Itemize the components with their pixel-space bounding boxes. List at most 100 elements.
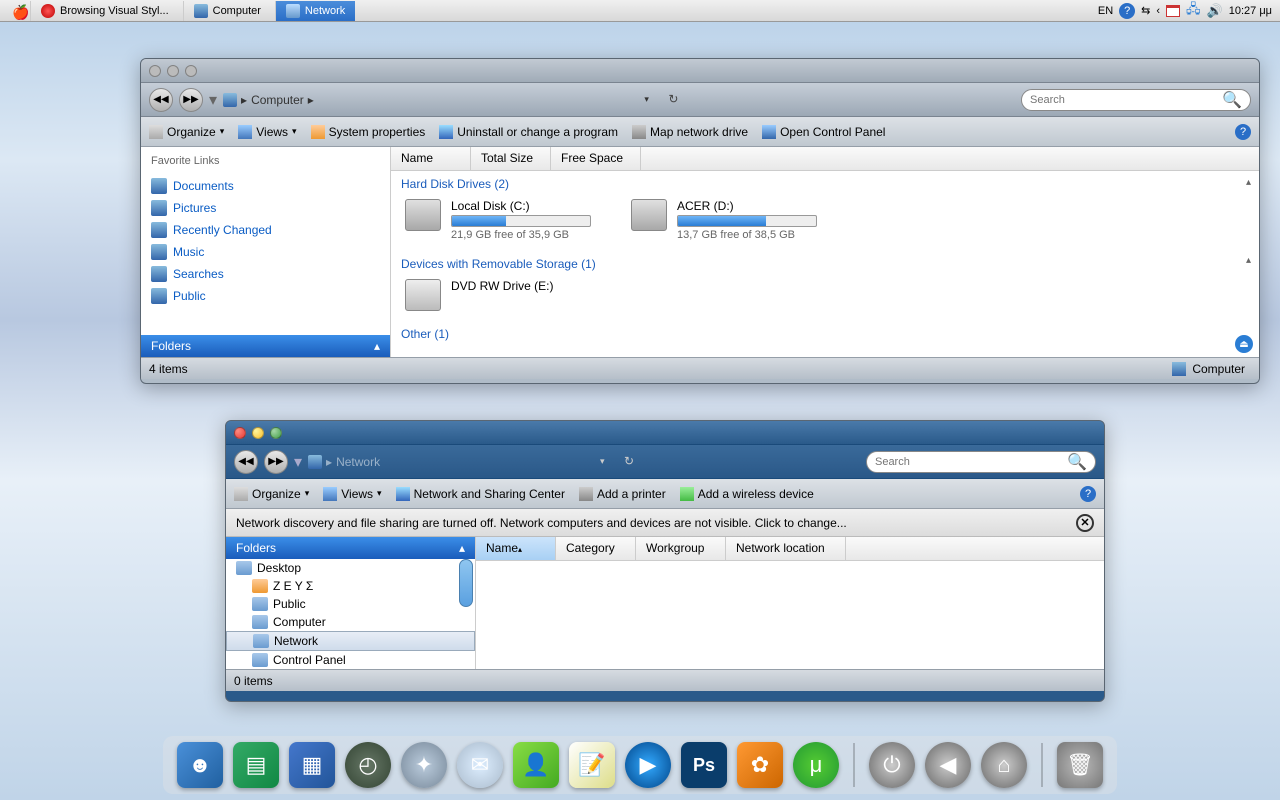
tree-public[interactable]: Public	[226, 595, 475, 613]
apple-icon[interactable]: 🍎	[12, 4, 26, 18]
col-location[interactable]: Network location	[726, 537, 846, 560]
breadcrumb[interactable]: ▸ Computer ▸	[223, 93, 314, 107]
taskbar-browser[interactable]: Browsing Visual Styl...	[30, 1, 179, 21]
taskbar-network[interactable]: Network	[275, 1, 355, 21]
minimize-button[interactable]	[252, 427, 264, 439]
dropdown-arrow-icon[interactable]: ▾	[294, 452, 302, 472]
eject-icon[interactable]: ⏏	[1235, 335, 1253, 353]
clock[interactable]: 10:27 μμ	[1229, 5, 1272, 17]
views-button[interactable]: Views ▾	[238, 125, 296, 139]
help-icon[interactable]: ?	[1235, 124, 1251, 140]
refresh-icon[interactable]: ↻	[668, 92, 684, 108]
zoom-button[interactable]	[185, 65, 197, 77]
sidebar-public[interactable]: Public	[141, 285, 390, 307]
organize-button[interactable]: Organize ▾	[234, 487, 309, 501]
add-wireless-button[interactable]: Add a wireless device	[680, 487, 814, 501]
col-workgroup[interactable]: Workgroup	[636, 537, 726, 560]
calendar-tray-icon[interactable]	[1166, 5, 1180, 17]
titlebar[interactable]	[141, 59, 1259, 83]
search-box[interactable]: 🔍	[1021, 89, 1251, 111]
folders-toggle[interactable]: Folders▴	[226, 537, 475, 559]
section-other[interactable]: Other (1)	[391, 321, 1259, 345]
chevron-down-icon[interactable]: ▾	[600, 456, 612, 467]
section-drives[interactable]: Hard Disk Drives (2)▴	[391, 171, 1259, 195]
col-name[interactable]: Name	[391, 147, 471, 170]
tree-desktop[interactable]: Desktop	[226, 559, 475, 577]
tree-control-panel[interactable]: Control Panel	[226, 651, 475, 669]
dock-mail[interactable]: ✉	[457, 742, 503, 788]
dock-back[interactable]: ◀	[925, 742, 971, 788]
tree-computer[interactable]: Computer	[226, 613, 475, 631]
sidebar-pictures[interactable]: Pictures	[141, 197, 390, 219]
refresh-icon[interactable]: ↻	[624, 454, 640, 470]
sidebar-music[interactable]: Music	[141, 241, 390, 263]
dock-finder[interactable]: ☻	[177, 742, 223, 788]
network-tray-icon[interactable]: 🖧	[1186, 0, 1201, 22]
folders-toggle[interactable]: Folders▴	[141, 335, 390, 357]
tray-icon[interactable]: ⇆	[1141, 4, 1150, 17]
col-total[interactable]: Total Size	[471, 147, 551, 170]
back-button[interactable]: ◀◀	[149, 88, 173, 112]
tree-network[interactable]: Network	[226, 631, 475, 651]
organize-button[interactable]: Organize ▾	[149, 125, 224, 139]
info-bar[interactable]: Network discovery and file sharing are t…	[226, 509, 1104, 537]
volume-tray-icon[interactable]: 🔊	[1207, 3, 1223, 19]
col-free[interactable]: Free Space	[551, 147, 641, 170]
dock-safari[interactable]: ✦	[401, 742, 447, 788]
drive-dvd[interactable]: DVD RW Drive (E:)	[405, 279, 553, 311]
map-drive-button[interactable]: Map network drive	[632, 125, 748, 139]
dock-photoshop[interactable]: Ps	[681, 742, 727, 788]
titlebar[interactable]	[226, 421, 1104, 445]
views-button[interactable]: Views ▾	[323, 487, 381, 501]
sidebar-searches[interactable]: Searches	[141, 263, 390, 285]
section-removable[interactable]: Devices with Removable Storage (1)▴	[391, 251, 1259, 275]
search-input[interactable]	[1030, 94, 1222, 106]
dock-home[interactable]: ⌂	[981, 742, 1027, 788]
col-name[interactable]: Name▴	[476, 537, 556, 560]
dock-tiles[interactable]: ▦	[289, 742, 335, 788]
search-input[interactable]	[875, 456, 1067, 468]
breadcrumb-segment[interactable]: Computer	[251, 93, 304, 107]
drive-c[interactable]: Local Disk (C:) 21,9 GB free of 35,9 GB	[405, 199, 591, 241]
chevron-down-icon[interactable]: ▾	[644, 94, 656, 105]
dock-trash[interactable]: 🗑	[1057, 742, 1103, 788]
forward-button[interactable]: ▶▶	[179, 88, 203, 112]
sidebar-documents[interactable]: Documents	[141, 175, 390, 197]
collapse-icon[interactable]: ▴	[1246, 177, 1251, 188]
help-icon[interactable]: ?	[1080, 486, 1096, 502]
tray-icon[interactable]: ‹	[1156, 5, 1160, 17]
close-infobar-icon[interactable]: ✕	[1076, 514, 1094, 532]
sharing-center-button[interactable]: Network and Sharing Center	[396, 487, 565, 501]
tree-user[interactable]: Ζ Ε Υ Σ	[226, 577, 475, 595]
help-tray-icon[interactable]: ?	[1119, 3, 1135, 19]
uninstall-button[interactable]: Uninstall or change a program	[439, 125, 618, 139]
scrollbar-thumb[interactable]	[459, 559, 473, 607]
drive-d[interactable]: ACER (D:) 13,7 GB free of 38,5 GB	[631, 199, 817, 241]
dock-notes[interactable]: 📝	[569, 742, 615, 788]
close-button[interactable]	[234, 427, 246, 439]
system-properties-button[interactable]: System properties	[311, 125, 426, 139]
dock-flip3d[interactable]: ▤	[233, 742, 279, 788]
dock-wmp[interactable]: ▶	[625, 742, 671, 788]
back-button[interactable]: ◀◀	[234, 450, 258, 474]
zoom-button[interactable]	[270, 427, 282, 439]
dock-utorrent[interactable]: μ	[793, 742, 839, 788]
control-panel-button[interactable]: Open Control Panel	[762, 125, 885, 139]
dock-clock[interactable]: ◴	[345, 742, 391, 788]
search-box[interactable]: 🔍	[866, 451, 1096, 473]
sidebar-recently-changed[interactable]: Recently Changed	[141, 219, 390, 241]
add-printer-button[interactable]: Add a printer	[579, 487, 666, 501]
close-button[interactable]	[149, 65, 161, 77]
taskbar-computer[interactable]: Computer	[183, 1, 271, 21]
collapse-icon[interactable]: ▴	[1246, 255, 1251, 266]
breadcrumb-segment[interactable]: Network	[336, 455, 380, 469]
breadcrumb[interactable]: ▸ Network	[308, 455, 380, 469]
lang-indicator[interactable]: EN	[1098, 5, 1113, 17]
col-category[interactable]: Category	[556, 537, 636, 560]
minimize-button[interactable]	[167, 65, 179, 77]
dock-messenger[interactable]: 👤	[513, 742, 559, 788]
dock-power[interactable]: ⏻	[869, 742, 915, 788]
forward-button[interactable]: ▶▶	[264, 450, 288, 474]
dock-iphoto[interactable]: ✿	[737, 742, 783, 788]
dropdown-arrow-icon[interactable]: ▾	[209, 90, 217, 110]
